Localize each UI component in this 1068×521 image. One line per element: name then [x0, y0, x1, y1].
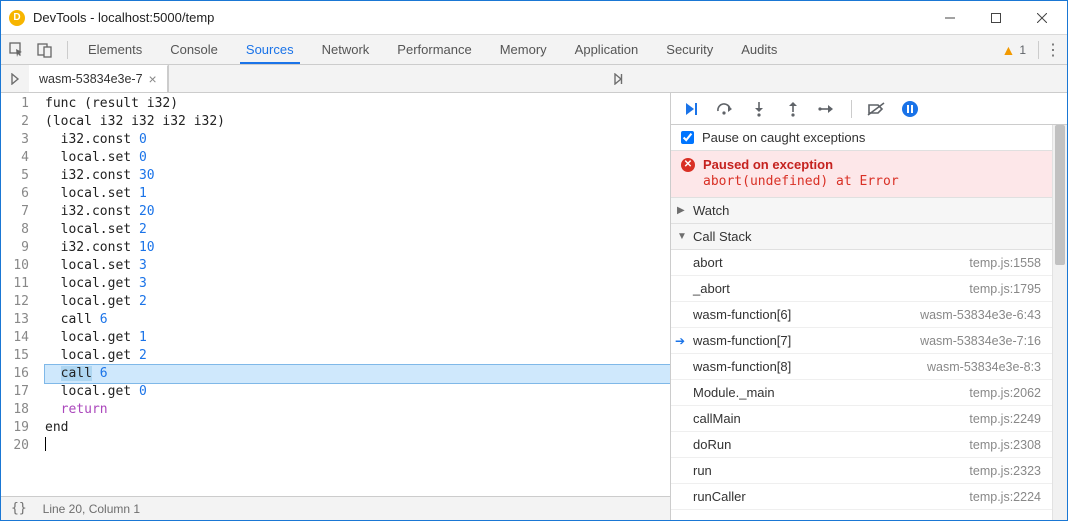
frame-location: temp.js:2249: [969, 412, 1059, 426]
callstack-frame[interactable]: runCallertemp.js:2224: [671, 484, 1067, 510]
frame-function: wasm-function[8]: [693, 359, 927, 374]
watch-section-header[interactable]: ▶ Watch: [671, 198, 1067, 224]
editor-status-bar: {} Line 20, Column 1: [1, 496, 670, 520]
frame-location: temp.js:1558: [969, 256, 1059, 270]
panel-tab-sources[interactable]: Sources: [232, 36, 308, 63]
frame-location: temp.js:2062: [969, 386, 1059, 400]
chevron-right-icon: ▶: [677, 205, 689, 216]
separator: [851, 100, 852, 118]
window-maximize-button[interactable]: [973, 2, 1019, 34]
chevron-down-icon: ▼: [677, 231, 689, 242]
pause-on-exceptions-icon[interactable]: [900, 99, 920, 119]
panel-tab-elements[interactable]: Elements: [74, 36, 156, 63]
inspect-element-icon[interactable]: [5, 38, 29, 62]
navigator-toggle-icon[interactable]: [1, 65, 29, 92]
callstack-section-label: Call Stack: [693, 229, 752, 244]
code-editor[interactable]: 1234567891011121314151617181920 func (re…: [1, 93, 670, 496]
frame-function: doRun: [693, 437, 969, 452]
frame-location: temp.js:2224: [969, 490, 1059, 504]
line-number-gutter: 1234567891011121314151617181920: [1, 93, 39, 496]
warning-icon: ▲: [1001, 42, 1015, 58]
window-title: DevTools - localhost:5000/temp: [33, 10, 927, 25]
current-frame-icon: ➔: [675, 334, 685, 348]
pause-on-caught-label: Pause on caught exceptions: [702, 130, 865, 145]
pretty-print-icon[interactable]: {}: [11, 501, 27, 516]
more-tabs-icon[interactable]: [168, 65, 1067, 92]
callstack-frame[interactable]: doRuntemp.js:2308: [671, 432, 1067, 458]
callstack-frame[interactable]: wasm-function[6]wasm-53834e3e-6:43: [671, 302, 1067, 328]
more-options-icon[interactable]: ⋮: [1043, 38, 1063, 62]
separator: [1038, 41, 1039, 59]
frame-function: Module._main: [693, 385, 969, 400]
panel-tab-application[interactable]: Application: [561, 36, 653, 63]
frame-location: wasm-53834e3e-8:3: [927, 360, 1059, 374]
panel-tab-console[interactable]: Console: [156, 36, 232, 63]
cursor-position: Line 20, Column 1: [43, 502, 140, 516]
deactivate-breakpoints-icon[interactable]: [866, 99, 886, 119]
window-close-button[interactable]: [1019, 2, 1065, 34]
code-content: func (result i32)(local i32 i32 i32 i32)…: [39, 93, 670, 496]
step-over-icon[interactable]: [715, 99, 735, 119]
frame-function: callMain: [693, 411, 969, 426]
paused-message-box: ✕ Paused on exception abort(undefined) a…: [671, 151, 1067, 198]
source-file-name: wasm-53834e3e-7: [39, 72, 143, 86]
source-file-tab[interactable]: wasm-53834e3e-7 ×: [29, 65, 168, 92]
frame-function: run: [693, 463, 969, 478]
pause-on-caught-row[interactable]: Pause on caught exceptions: [671, 125, 1067, 151]
callstack-frame[interactable]: _aborttemp.js:1795: [671, 276, 1067, 302]
warnings-count: 1: [1019, 43, 1026, 57]
close-file-icon[interactable]: ×: [149, 71, 157, 87]
error-icon: ✕: [681, 158, 695, 172]
frame-function: _abort: [693, 281, 969, 296]
callstack-frame[interactable]: Module._maintemp.js:2062: [671, 380, 1067, 406]
scrollbar[interactable]: [1052, 125, 1067, 520]
callstack-frame[interactable]: wasm-function[8]wasm-53834e3e-8:3: [671, 354, 1067, 380]
resume-icon[interactable]: [681, 99, 701, 119]
callstack-frame[interactable]: callMaintemp.js:2249: [671, 406, 1067, 432]
frame-location: wasm-53834e3e-6:43: [920, 308, 1059, 322]
window-minimize-button[interactable]: [927, 2, 973, 34]
debugger-toolbar: [671, 93, 1067, 125]
window-titlebar: D DevTools - localhost:5000/temp: [1, 1, 1067, 35]
panel-tab-memory[interactable]: Memory: [486, 36, 561, 63]
panel-tab-audits[interactable]: Audits: [727, 36, 791, 63]
frame-function: wasm-function[7]: [693, 333, 920, 348]
callstack-frame[interactable]: runtemp.js:2323: [671, 458, 1067, 484]
callstack-section-header[interactable]: ▼ Call Stack: [671, 224, 1067, 250]
watch-section-label: Watch: [693, 203, 729, 218]
frame-function: runCaller: [693, 489, 969, 504]
callstack-frame[interactable]: ➔ wasm-function[7]wasm-53834e3e-7:16: [671, 328, 1067, 354]
frame-location: wasm-53834e3e-7:16: [920, 334, 1059, 348]
devtools-favicon: D: [9, 10, 25, 26]
panel-tab-security[interactable]: Security: [652, 36, 727, 63]
paused-detail: abort(undefined) at Error: [681, 174, 1057, 189]
step-out-icon[interactable]: [783, 99, 803, 119]
callstack-frame[interactable]: aborttemp.js:1558: [671, 250, 1067, 276]
frame-function: wasm-function[6]: [693, 307, 920, 322]
separator: [67, 41, 68, 59]
panel-tab-network[interactable]: Network: [308, 36, 384, 63]
source-file-tabbar: wasm-53834e3e-7 ×: [1, 65, 1067, 93]
scrollbar-thumb[interactable]: [1055, 125, 1065, 265]
pause-on-caught-checkbox[interactable]: [681, 131, 694, 144]
panel-tab-performance[interactable]: Performance: [383, 36, 485, 63]
paused-title: Paused on exception: [703, 157, 833, 172]
device-toolbar-icon[interactable]: [33, 38, 57, 62]
devtools-panel-tabbar: ElementsConsoleSourcesNetworkPerformance…: [1, 35, 1067, 65]
step-icon[interactable]: [817, 99, 837, 119]
frame-location: temp.js:2323: [969, 464, 1059, 478]
step-into-icon[interactable]: [749, 99, 769, 119]
warnings-badge[interactable]: ▲ 1: [1001, 42, 1026, 58]
frame-location: temp.js:2308: [969, 438, 1059, 452]
frame-location: temp.js:1795: [969, 282, 1059, 296]
frame-function: abort: [693, 255, 969, 270]
